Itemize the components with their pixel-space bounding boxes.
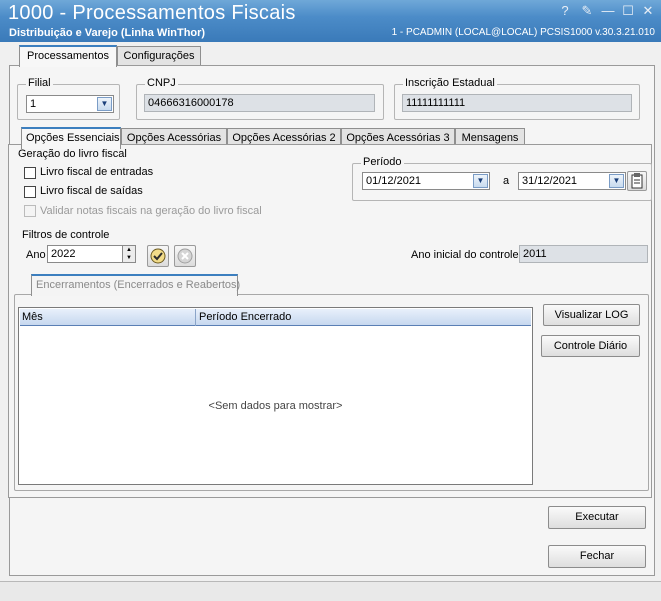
chevron-down-icon[interactable]: ▼ [97, 97, 112, 111]
tab-encerramentos[interactable]: Encerramentos (Encerrados e Reabertos) [31, 274, 240, 296]
clipboard-icon[interactable] [627, 171, 647, 191]
periodo-label: Período [361, 156, 404, 168]
fechar-button[interactable]: Fechar [548, 545, 646, 568]
minimize-icon[interactable]: — [598, 2, 618, 20]
validar-notas-label: Validar notas fiscais na geração do livr… [40, 205, 262, 217]
periodo-end-date[interactable]: 31/12/2021 ▼ [518, 172, 626, 190]
stepper-up-icon[interactable]: ▲ [123, 246, 135, 254]
ano-stepper[interactable]: ▲ ▼ [122, 245, 136, 263]
ano-inicial-label: Ano inicial do controle [411, 249, 519, 261]
periodo-end-value: 31/12/2021 [522, 175, 578, 187]
ano-label: Ano [26, 249, 46, 261]
maximize-icon[interactable]: ☐ [618, 2, 638, 20]
tab-opcoes-essenciais[interactable]: Opções Essenciais [21, 127, 121, 149]
calendar-dropdown-icon[interactable]: ▼ [473, 174, 488, 188]
clear-filter-button[interactable] [174, 245, 196, 267]
geracao-title: Geração do livro fiscal [18, 148, 127, 160]
stepper-down-icon[interactable]: ▼ [123, 254, 135, 262]
filtros-title: Filtros de controle [22, 229, 110, 241]
livro-saidas-checkbox[interactable] [24, 186, 36, 198]
session-info: 1 - PCADMIN (LOCAL@LOCAL) PCSIS1000 v.30… [391, 27, 655, 38]
filial-value: 1 [30, 98, 37, 110]
periodo-separator: a [503, 175, 510, 187]
encerramentos-grid[interactable]: Mês Período Encerrado <Sem dados para mo… [18, 307, 533, 485]
filial-select[interactable]: 1 ▼ [26, 95, 114, 113]
edit-icon[interactable]: ✎ [577, 2, 597, 20]
tab-configuracoes[interactable]: Configurações [117, 46, 201, 66]
grid-empty-message: <Sem dados para mostrar> [208, 400, 343, 412]
window-title: 1000 - Processamentos Fiscais [8, 2, 296, 24]
tab-processamentos[interactable]: Processamentos [19, 45, 117, 67]
check-icon [150, 248, 166, 264]
grid-header: Mês Período Encerrado [20, 309, 531, 326]
periodo-start-date[interactable]: 01/12/2021 ▼ [362, 172, 490, 190]
cnpj-label: CNPJ [145, 77, 178, 89]
livro-saidas-label[interactable]: Livro fiscal de saídas [40, 185, 143, 197]
calendar-dropdown-icon[interactable]: ▼ [609, 174, 624, 188]
close-icon[interactable]: ✕ [638, 2, 658, 20]
validar-notas-checkbox [24, 205, 36, 217]
ano-input[interactable]: 2022 [47, 245, 123, 263]
ie-field: 11111111111 [402, 94, 632, 112]
title-bar: 1000 - Processamentos Fiscais Distribuiç… [0, 0, 661, 42]
ie-label: Inscrição Estadual [403, 77, 497, 89]
livro-entradas-checkbox[interactable] [24, 167, 36, 179]
grid-col-mes[interactable]: Mês [20, 309, 196, 326]
periodo-start-value: 01/12/2021 [366, 175, 422, 187]
help-icon[interactable]: ? [555, 2, 575, 20]
ano-inicial-field: 2011 [519, 245, 648, 263]
filial-label: Filial [26, 77, 53, 89]
confirm-filter-button[interactable] [147, 245, 169, 267]
executar-button[interactable]: Executar [548, 506, 646, 529]
window-subtitle: Distribuição e Varejo (Linha WinThor) [9, 27, 206, 39]
cancel-icon [177, 248, 193, 264]
cnpj-field: 04666316000178 [144, 94, 375, 112]
status-bar [0, 581, 661, 601]
livro-entradas-label[interactable]: Livro fiscal de entradas [40, 166, 153, 178]
controle-diario-button[interactable]: Controle Diário [541, 335, 640, 357]
grid-col-periodo[interactable]: Período Encerrado [197, 309, 291, 326]
visualizar-log-button[interactable]: Visualizar LOG [543, 304, 640, 326]
